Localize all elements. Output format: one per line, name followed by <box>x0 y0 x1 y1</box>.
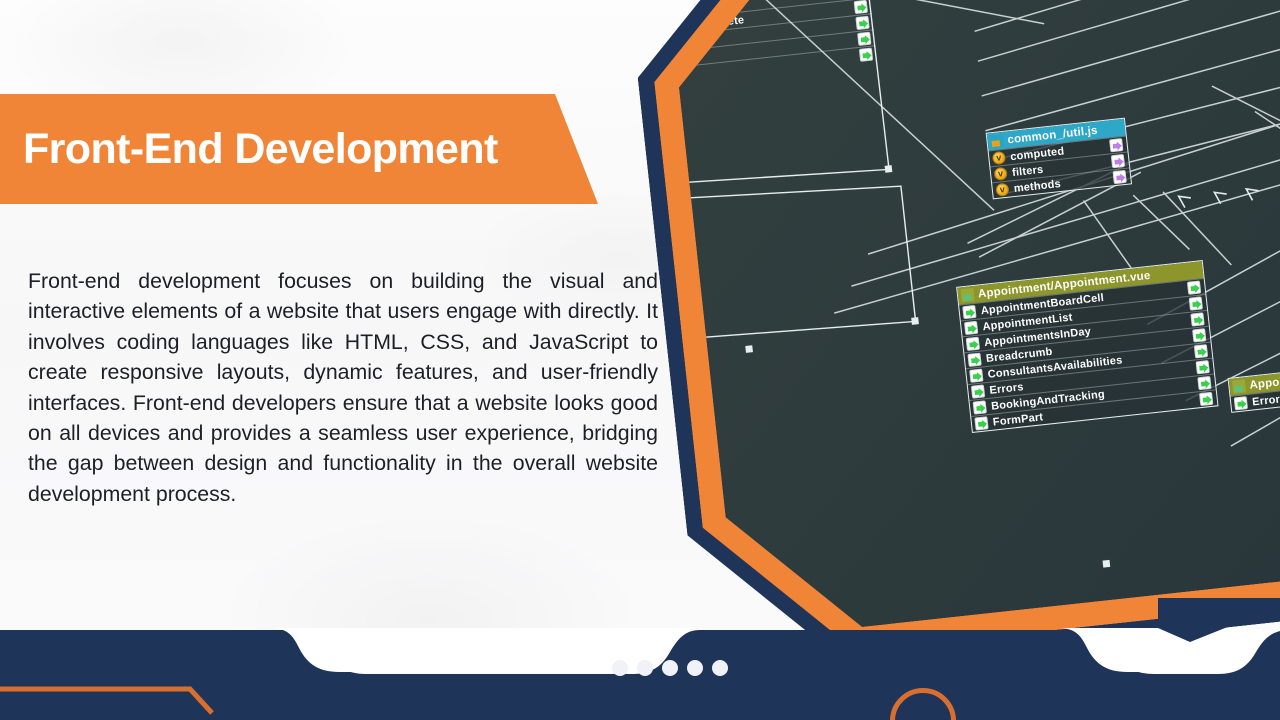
slide-canvas: AppointmentStatusList ConsultantsAutocom… <box>0 0 1280 720</box>
export-icon <box>1199 392 1213 406</box>
vue-icon: v <box>995 183 1009 197</box>
image-panel: AppointmentStatusList ConsultantsAutocom… <box>621 0 1280 684</box>
pagination-dot[interactable] <box>612 660 628 676</box>
export-icon <box>966 337 980 351</box>
pagination-dot[interactable] <box>712 660 728 676</box>
export-icon <box>854 0 868 14</box>
export-icon <box>1234 396 1248 410</box>
footer-bar <box>0 628 1280 720</box>
export-icon <box>964 321 978 335</box>
export-icon <box>1187 280 1201 294</box>
export-icon <box>857 32 871 46</box>
graph-row-label: Autocomplete <box>665 5 675 26</box>
vue-file-icon <box>960 288 974 302</box>
export-icon <box>855 16 869 30</box>
orange-ring-accent <box>890 688 956 720</box>
export-icon <box>969 369 983 383</box>
export-icon <box>1113 170 1127 184</box>
pagination-dot[interactable] <box>687 660 703 676</box>
orange-accent-line <box>0 686 214 715</box>
export-icon <box>1197 376 1211 390</box>
vue-icon: v <box>993 167 1007 181</box>
export-icon <box>973 400 987 414</box>
export-icon <box>1111 154 1125 168</box>
export-icon <box>971 384 985 398</box>
graph-node-appointment-vue: Appointment/Appointment.vue AppointmentB… <box>956 260 1218 433</box>
body-paragraph: Front-end development focuses on buildin… <box>28 269 658 506</box>
pagination-dot[interactable] <box>637 660 653 676</box>
export-icon <box>1189 296 1203 310</box>
export-icon <box>1194 344 1208 358</box>
export-icon <box>1192 328 1206 342</box>
export-icon <box>1196 360 1210 374</box>
export-icon <box>1190 312 1204 326</box>
export-icon <box>859 48 873 62</box>
graph-row-label: methods <box>1013 177 1062 195</box>
pagination-dot[interactable] <box>662 660 678 676</box>
export-icon <box>967 353 981 367</box>
page-title: Front-End Development <box>23 124 498 173</box>
export-icon <box>974 416 988 430</box>
graph-row-label: FormPart <box>992 410 1044 429</box>
export-icon <box>962 305 976 319</box>
export-icon <box>1109 138 1123 152</box>
vue-file-icon <box>1232 379 1246 393</box>
graph-row-label: Errors <box>1251 392 1280 408</box>
vue-icon: v <box>992 151 1006 165</box>
slide-pagination-dots[interactable] <box>612 660 728 676</box>
title-banner: Front-End Development <box>0 94 598 204</box>
js-file-icon <box>990 134 1004 148</box>
